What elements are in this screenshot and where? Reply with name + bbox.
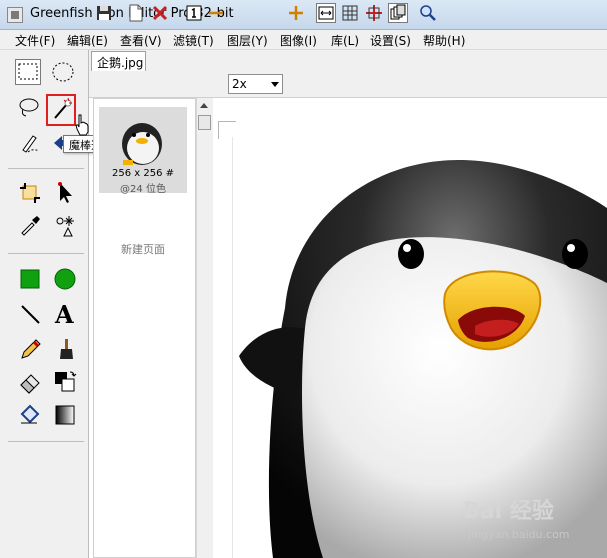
crop-tool[interactable] <box>17 180 43 206</box>
crop-icon <box>20 183 40 203</box>
pointer-tool[interactable] <box>52 180 78 206</box>
tool-separator <box>8 168 84 169</box>
watermark-logo: Bai 经验 <box>463 499 554 524</box>
menu-view[interactable]: 查看(V) <box>120 32 162 49</box>
magic-wand-tool[interactable] <box>46 94 76 126</box>
line-icon <box>21 305 40 324</box>
magic-wand-icon <box>54 97 72 119</box>
zoom-in-button[interactable] <box>286 3 306 23</box>
grid-button[interactable] <box>340 3 360 23</box>
rect-select-tool[interactable] <box>15 59 41 85</box>
menu-image[interactable]: 图像(I) <box>280 32 317 49</box>
svg-text:A: A <box>54 301 74 327</box>
rectangle-tool[interactable] <box>17 266 43 292</box>
eraser-icon <box>20 374 40 394</box>
minus-icon <box>209 11 223 15</box>
menu-library[interactable]: 库(L) <box>331 32 359 49</box>
menu-file[interactable]: 文件(F) <box>15 32 55 49</box>
pointer-icon <box>58 182 72 203</box>
layers-button[interactable] <box>388 3 408 23</box>
new-page-icon <box>129 4 143 22</box>
sparkle-icon <box>56 216 74 237</box>
save-icon <box>97 6 111 20</box>
text-icon: A <box>54 301 74 327</box>
menu-filter[interactable]: 滤镜(T) <box>173 32 214 49</box>
menu-bar: 文件(F) 编辑(E) 查看(V) 滤镜(T) 图层(Y) 图像(I) 库(L)… <box>0 30 607 50</box>
penguin-image <box>239 159 607 558</box>
eraser-tool[interactable] <box>17 369 43 395</box>
swap-colors-icon <box>55 371 77 392</box>
ellipse-select-icon <box>52 62 74 82</box>
new-page-button[interactable] <box>126 3 146 23</box>
rect-select-icon <box>18 63 38 80</box>
thumbnail-size: 256 x 256 # <box>111 168 174 179</box>
fit-button[interactable] <box>316 3 336 23</box>
magnifier-button[interactable] <box>418 3 438 23</box>
menu-help[interactable]: 帮助(H) <box>423 32 465 49</box>
grid-icon <box>342 5 358 21</box>
fit-icon <box>318 6 334 20</box>
fill-icon <box>20 404 40 424</box>
lasso-icon <box>19 98 39 117</box>
menu-settings[interactable]: 设置(S) <box>370 32 411 49</box>
text-tool[interactable]: A <box>52 301 78 327</box>
delete-page-button[interactable] <box>150 3 170 23</box>
magnifier-icon <box>420 5 436 21</box>
document-tabstrip <box>89 50 607 71</box>
pencil-icon <box>21 339 41 359</box>
penguin-thumbnail <box>122 123 162 165</box>
ellipse-tool[interactable] <box>52 266 78 292</box>
document-tab[interactable]: 企鹅.jpg <box>91 51 146 71</box>
line-tool[interactable] <box>17 301 43 327</box>
gradient-icon <box>55 405 75 425</box>
pen-icon <box>22 135 40 153</box>
actual-size-button[interactable] <box>184 3 204 23</box>
actual-size-icon <box>186 5 202 21</box>
ellipse-icon <box>54 268 76 290</box>
hand-cursor-icon <box>75 114 89 136</box>
watermark-url: jingyan.baidu.com <box>468 528 570 541</box>
eyedropper-tool[interactable] <box>17 212 43 238</box>
zoom-select[interactable]: 2x <box>228 74 283 94</box>
menu-layer[interactable]: 图层(Y) <box>227 32 268 49</box>
scroll-up-icon[interactable] <box>200 103 208 108</box>
pencil-tool[interactable] <box>17 336 43 362</box>
new-page-label[interactable]: 新建页面 <box>99 241 187 257</box>
chevron-down-icon <box>271 82 279 87</box>
sparkle-tool[interactable] <box>52 212 78 238</box>
fill-tool[interactable] <box>17 402 43 428</box>
delete-icon <box>152 5 168 21</box>
ellipse-select-tool[interactable] <box>50 59 76 85</box>
zoom-value: 2x <box>232 77 247 91</box>
tool-separator <box>8 441 84 442</box>
crosshair-button[interactable] <box>364 3 384 23</box>
tool-separator <box>8 253 84 254</box>
menu-edit[interactable]: 编辑(E) <box>67 32 108 49</box>
scroll-thumb[interactable] <box>198 115 211 130</box>
pages-scrollbar[interactable] <box>196 98 213 558</box>
thumbnail-depth: @24 位色 <box>120 184 166 195</box>
page-toolbar <box>89 71 607 98</box>
swap-colors-tool[interactable] <box>52 369 78 395</box>
app-icon <box>7 7 23 23</box>
plus-icon <box>289 6 303 20</box>
eyedropper-icon <box>21 216 40 236</box>
rectangle-icon <box>20 269 40 289</box>
save-button[interactable] <box>94 3 114 23</box>
gradient-tool[interactable] <box>52 402 78 428</box>
layers-icon <box>390 4 406 20</box>
crosshair-icon <box>366 5 382 21</box>
pen-tool[interactable] <box>17 130 43 156</box>
zoom-out-button[interactable] <box>206 3 226 23</box>
brush-icon <box>60 339 73 359</box>
lasso-select-tool[interactable] <box>17 94 43 120</box>
brush-tool[interactable] <box>52 336 78 362</box>
